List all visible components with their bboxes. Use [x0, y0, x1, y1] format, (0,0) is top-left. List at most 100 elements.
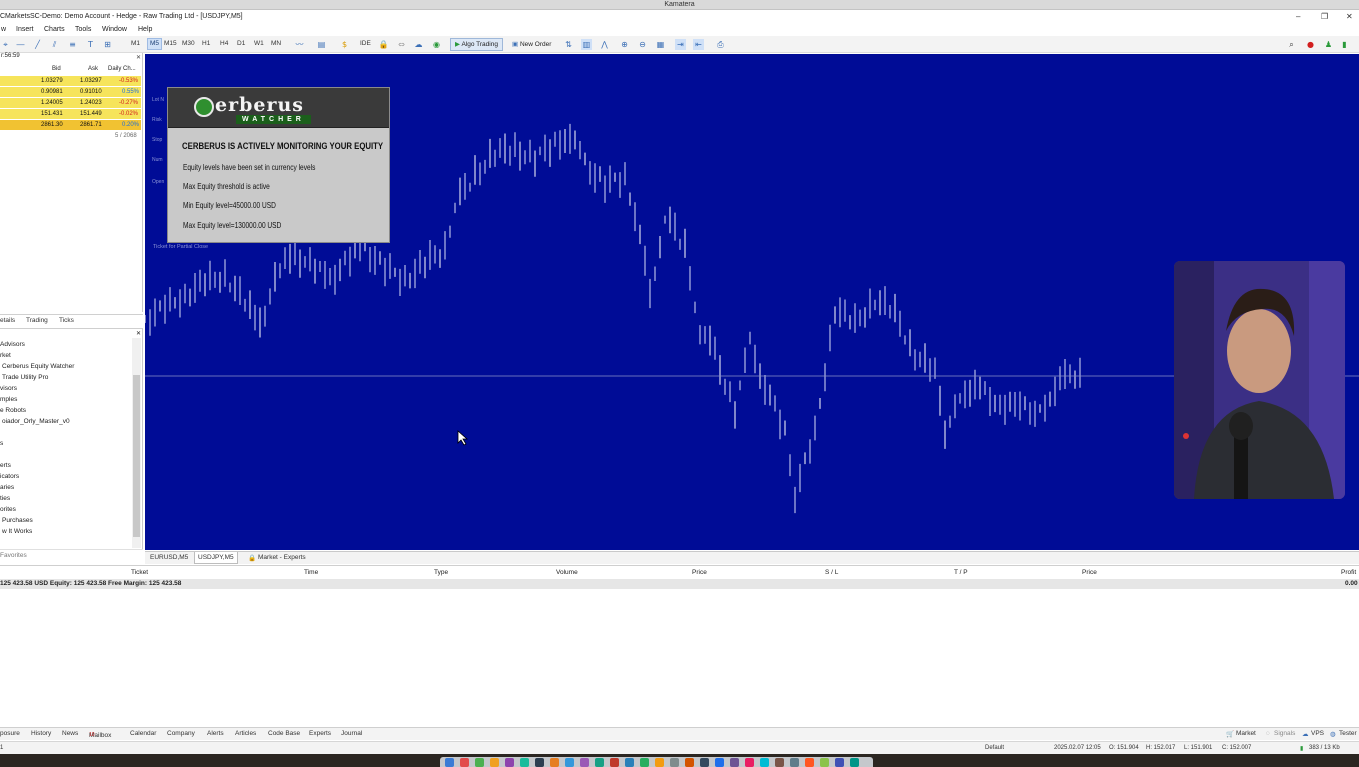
- tab-history[interactable]: History: [31, 730, 51, 737]
- templates-icon[interactable]: ▤: [316, 39, 327, 50]
- depth-icon[interactable]: ⇅: [563, 39, 574, 50]
- dock-app-icon[interactable]: [550, 758, 559, 767]
- dock-app-icon[interactable]: [565, 758, 574, 767]
- dock-app-icon[interactable]: [625, 758, 634, 767]
- close-icon[interactable]: ✕: [136, 330, 141, 337]
- search-icon[interactable]: ⌕: [1286, 39, 1297, 50]
- dock-app-icon[interactable]: [595, 758, 604, 767]
- dock-app-icon[interactable]: [670, 758, 679, 767]
- dock-app-icon[interactable]: [775, 758, 784, 767]
- tab-experts[interactable]: Experts: [309, 730, 331, 737]
- tf-m15[interactable]: M15: [164, 40, 177, 47]
- dock-app-icon[interactable]: [640, 758, 649, 767]
- tab-news[interactable]: News: [62, 730, 78, 737]
- candles-icon[interactable]: ▥: [581, 39, 592, 50]
- favorites-tab[interactable]: Favorites: [0, 549, 143, 561]
- trendline-icon[interactable]: ╱: [32, 39, 43, 50]
- dock-app-icon[interactable]: [835, 758, 844, 767]
- dock-app-icon[interactable]: [745, 758, 754, 767]
- dock-app-icon[interactable]: [805, 758, 814, 767]
- dock-app-icon[interactable]: [610, 758, 619, 767]
- tab-ticks[interactable]: Ticks: [59, 317, 74, 324]
- tf-h1[interactable]: H1: [202, 40, 210, 47]
- col-price[interactable]: Price: [692, 569, 707, 576]
- tab-calendar[interactable]: Calendar: [130, 730, 156, 737]
- ide-button[interactable]: IDE: [360, 40, 371, 47]
- col-current-price[interactable]: Price: [1082, 569, 1097, 576]
- signal-icon[interactable]: ▮: [1339, 39, 1350, 50]
- grid-icon[interactable]: ▦: [655, 39, 666, 50]
- nav-item[interactable]: Purchases: [2, 517, 33, 524]
- indicators-icon[interactable]: 〰: [294, 39, 305, 50]
- globe-icon[interactable]: ◉: [431, 39, 442, 50]
- symbol-row[interactable]: 1.24005 1.24023 -0.27%: [0, 98, 141, 108]
- tab-articles[interactable]: Articles: [235, 730, 256, 737]
- screenshot-icon[interactable]: ⎙: [715, 39, 726, 50]
- menu-help[interactable]: Help: [138, 26, 152, 33]
- dock-app-icon[interactable]: [505, 758, 514, 767]
- tab-journal[interactable]: Journal: [341, 730, 362, 737]
- chartshift-icon[interactable]: ⇤: [693, 39, 704, 50]
- nav-item[interactable]: ties: [0, 495, 10, 502]
- zoom-in-icon[interactable]: ⊕: [619, 39, 630, 50]
- dock-app-icon[interactable]: [715, 758, 724, 767]
- menu-view[interactable]: w: [1, 26, 6, 33]
- tf-m5[interactable]: M5: [147, 38, 163, 50]
- tab-alerts[interactable]: Alerts: [207, 730, 224, 737]
- cloud-icon[interactable]: ☁: [413, 39, 424, 50]
- nav-item[interactable]: Advisors: [0, 341, 25, 348]
- dock-app-icon[interactable]: [700, 758, 709, 767]
- dock-app-icon[interactable]: [475, 758, 484, 767]
- nav-item[interactable]: w It Works: [2, 528, 32, 535]
- col-ask[interactable]: Ask: [88, 66, 98, 72]
- col-type[interactable]: Type: [434, 569, 448, 576]
- channel-icon[interactable]: ⫽: [49, 39, 60, 50]
- dock-app-icon[interactable]: [580, 758, 589, 767]
- tab-trading[interactable]: Trading: [26, 317, 48, 324]
- tf-h4[interactable]: H4: [220, 40, 228, 47]
- notification-icon[interactable]: ●: [1305, 39, 1316, 50]
- navigator-scroll-thumb[interactable]: [133, 375, 140, 537]
- new-order-button[interactable]: ▣ New Order: [507, 38, 556, 51]
- account-icon[interactable]: ♟: [1323, 39, 1334, 50]
- nav-item-cerberus[interactable]: Cerberus Equity Watcher: [2, 363, 74, 370]
- dock-app-icon[interactable]: [790, 758, 799, 767]
- menu-insert[interactable]: Insert: [16, 26, 34, 33]
- algo-trading-button[interactable]: ▶ Algo Trading: [450, 38, 503, 51]
- tab-exposure[interactable]: posure: [0, 730, 20, 737]
- nav-item[interactable]: Trade Utility Pro: [2, 374, 48, 381]
- nav-item[interactable]: aries: [0, 484, 14, 491]
- autoscroll-icon[interactable]: ⇥: [675, 39, 686, 50]
- col-daily-change[interactable]: Daily Ch...: [108, 66, 136, 72]
- dock-app-icon[interactable]: [460, 758, 469, 767]
- tab-vps[interactable]: VPS: [1311, 730, 1324, 737]
- menu-window[interactable]: Window: [102, 26, 127, 33]
- tf-d1[interactable]: D1: [237, 40, 245, 47]
- col-profit[interactable]: Profit: [1341, 569, 1356, 576]
- close-icon[interactable]: ✕: [136, 54, 141, 61]
- dock-app-icon[interactable]: [535, 758, 544, 767]
- tf-mn[interactable]: MN: [271, 40, 281, 47]
- linechart-icon[interactable]: ⋀: [599, 39, 610, 50]
- nav-item[interactable]: orites: [0, 506, 16, 513]
- shapes-icon[interactable]: ⊞: [102, 39, 113, 50]
- tf-w1[interactable]: W1: [254, 40, 264, 47]
- dock-app-icon[interactable]: [445, 758, 454, 767]
- zoom-out-icon[interactable]: ⊖: [637, 39, 648, 50]
- symbol-row[interactable]: 0.90981 0.91010 0.55%: [0, 87, 141, 97]
- minimize-icon[interactable]: –: [1296, 12, 1300, 21]
- close-icon[interactable]: ✕: [1346, 12, 1353, 21]
- dock-app-icon[interactable]: [685, 758, 694, 767]
- col-volume[interactable]: Volume: [556, 569, 578, 576]
- dock-app-icon[interactable]: [520, 758, 529, 767]
- col-ticket[interactable]: Ticket: [131, 569, 148, 576]
- dock-app-icon[interactable]: [490, 758, 499, 767]
- fibo-icon[interactable]: ≡: [67, 39, 78, 50]
- nav-item[interactable]: mples: [0, 396, 17, 403]
- symbol-row[interactable]: 2861.30 2861.71 0.20%: [0, 120, 141, 130]
- dock-app-icon[interactable]: [820, 758, 829, 767]
- nav-item[interactable]: icators: [0, 473, 19, 480]
- tab-details[interactable]: etails: [0, 317, 15, 324]
- dock-app-icon[interactable]: [850, 758, 859, 767]
- col-tp[interactable]: T / P: [954, 569, 968, 576]
